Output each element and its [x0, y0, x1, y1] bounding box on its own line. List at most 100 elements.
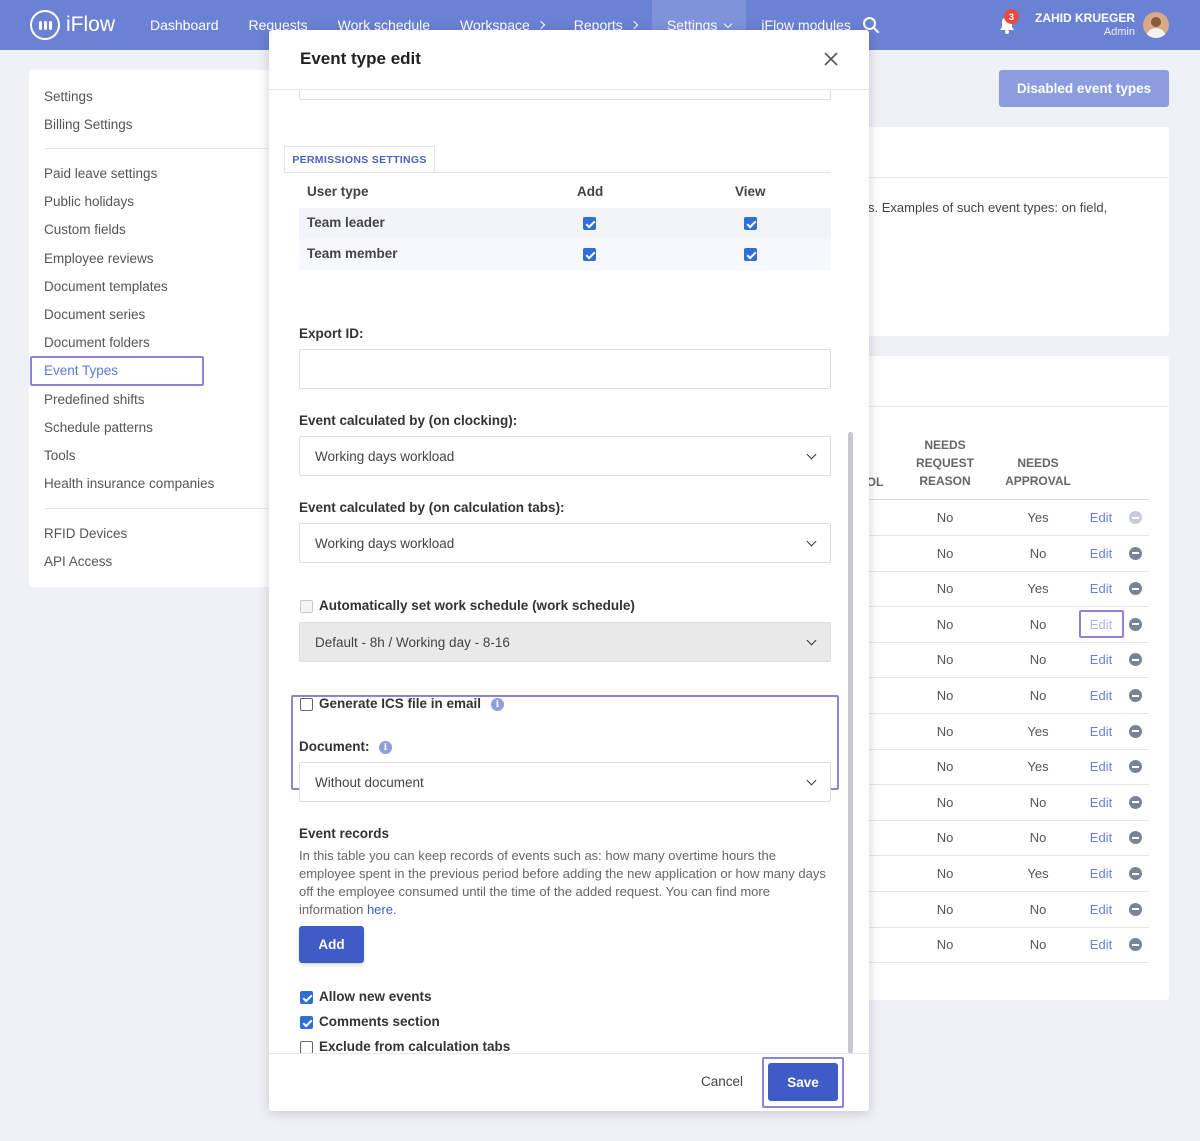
reason-cell: No [936, 866, 954, 881]
sidebar-item[interactable]: API Access [44, 554, 112, 569]
permission-row-team-leader: Team leader [299, 208, 831, 239]
team-leader-add-checkbox[interactable] [583, 217, 596, 230]
minus-circle-icon[interactable] [1128, 582, 1142, 596]
more-info-link[interactable]: here [367, 902, 393, 917]
export-id-input[interactable] [299, 349, 831, 389]
calc-tabs-select[interactable]: Working days workload [299, 523, 831, 563]
minus-circle-icon[interactable] [1128, 689, 1142, 702]
add-event-record-button[interactable]: Add [299, 926, 364, 963]
sidebar-item[interactable]: Billing Settings [44, 117, 133, 132]
sidebar-item[interactable]: Health insurance companies [44, 476, 214, 491]
team-member-add-checkbox[interactable] [583, 248, 596, 261]
minus-circle-icon[interactable] [1128, 653, 1142, 667]
calc-clocking-select[interactable]: Working days workload [299, 436, 831, 476]
sidebar-item[interactable]: Document templates [44, 279, 168, 294]
reason-cell: No [936, 759, 954, 775]
edit-link[interactable]: Edit [1083, 785, 1119, 820]
remove-cell [1127, 927, 1143, 962]
edit-link[interactable]: Edit [1083, 749, 1119, 784]
sidebar-item[interactable]: Settings [44, 89, 93, 104]
comments-section-checkbox[interactable] [300, 1016, 313, 1029]
card-divider [865, 406, 1169, 407]
edit-link[interactable]: Edit [1083, 892, 1119, 927]
table-row: No Yes Edit [868, 856, 1149, 892]
minus-circle-icon[interactable] [1128, 902, 1142, 916]
sidebar-item[interactable]: Event Types [44, 363, 118, 378]
approval-cell: Yes [1027, 866, 1049, 881]
reason-cell: No [936, 901, 954, 917]
nav-item[interactable]: Dashboard [135, 0, 234, 50]
minus-circle-icon[interactable] [1128, 724, 1142, 738]
reason-cell: No [936, 652, 954, 668]
document-value: Without document [315, 774, 424, 790]
exclude-calc-tabs-checkbox[interactable] [300, 1041, 313, 1053]
sidebar-item[interactable]: Public holidays [44, 194, 134, 209]
sidebar-item[interactable]: Tools [44, 448, 76, 463]
table-row: No Yes Edit [868, 571, 1149, 608]
chevron-right-icon [536, 20, 546, 30]
table-row: No Yes Edit [868, 500, 1149, 536]
save-button[interactable]: Save [768, 1063, 838, 1101]
sidebar-item[interactable]: Custom fields [44, 222, 126, 237]
info-icon[interactable]: i [379, 741, 392, 754]
close-icon[interactable] [822, 50, 840, 68]
auto-schedule-checkbox[interactable] [300, 600, 313, 613]
team-leader-view-checkbox[interactable] [744, 217, 757, 230]
sidebar-item[interactable]: Predefined shifts [44, 392, 145, 407]
document-select[interactable]: Without document [299, 762, 831, 802]
reason-cell: No [936, 688, 954, 703]
disabled-event-types-button[interactable]: Disabled event types [999, 70, 1169, 107]
chevron-down-icon [806, 449, 817, 459]
modal-scrollbar[interactable] [848, 432, 853, 1054]
edit-link[interactable]: Edit [1083, 927, 1119, 962]
logo[interactable]: iFlow [30, 10, 115, 40]
sidebar-item[interactable]: Employee reviews [44, 251, 154, 266]
user-name[interactable]: ZAHID KRUEGER [1020, 11, 1135, 25]
minus-circle-icon[interactable] [1128, 867, 1142, 880]
minus-circle-icon[interactable] [1128, 617, 1142, 631]
card-divider [865, 177, 1169, 178]
sidebar-item[interactable]: RFID Devices [44, 526, 127, 541]
edit-link[interactable]: Edit [1083, 571, 1119, 606]
col-view: View [735, 184, 766, 199]
sidebar-item[interactable]: Paid leave settings [44, 166, 157, 181]
remove-cell [1127, 714, 1143, 749]
edit-link[interactable]: Edit [1083, 714, 1119, 749]
sidebar-item[interactable]: Document series [44, 307, 145, 322]
sidebar-item[interactable]: Document folders [44, 335, 150, 350]
minus-circle-icon[interactable] [1128, 546, 1142, 560]
minus-circle-icon[interactable] [1128, 760, 1142, 774]
avatar[interactable] [1143, 12, 1169, 38]
sidebar-item[interactable]: Schedule patterns [44, 420, 153, 435]
remove-cell [1127, 571, 1143, 606]
auto-schedule-value: Default - 8h / Working day - 8-16 [315, 634, 510, 650]
minus-circle-icon[interactable] [1128, 831, 1142, 845]
calc-clocking-label: Event calculated by (on clocking): [299, 413, 518, 428]
edit-link[interactable]: Edit [1083, 820, 1119, 855]
cancel-button[interactable]: Cancel [701, 1074, 743, 1089]
auto-schedule-label: Automatically set work schedule (work sc… [319, 598, 635, 613]
allow-new-events-checkbox[interactable] [300, 991, 313, 1004]
edit-link[interactable]: Edit [1083, 536, 1119, 571]
minus-circle-icon[interactable] [1128, 795, 1142, 809]
modal-title: Event type edit [300, 49, 421, 68]
edit-link[interactable]: Edit [1083, 856, 1119, 891]
minus-circle-icon[interactable] [1128, 938, 1142, 952]
approval-cell: No [1029, 688, 1047, 703]
edit-link[interactable]: Edit [1083, 642, 1119, 677]
chevron-right-icon [629, 20, 639, 30]
approval-cell: No [1029, 652, 1047, 668]
edit-link[interactable]: Edit [1083, 500, 1119, 535]
team-member-view-checkbox[interactable] [744, 248, 757, 261]
reason-cell: No [936, 545, 954, 561]
tab-permissions-settings[interactable]: PERMISSIONS SETTINGS [284, 146, 435, 172]
event-records-description: In this table you can keep records of ev… [299, 847, 834, 919]
user-role: Admin [1103, 26, 1135, 38]
approval-cell: No [1029, 545, 1047, 561]
remove-cell [1127, 642, 1143, 677]
previous-field-input[interactable] [299, 90, 831, 100]
auto-schedule-select[interactable]: Default - 8h / Working day - 8-16 [299, 622, 831, 662]
minus-circle-icon[interactable] [1128, 511, 1142, 524]
remove-cell [1127, 856, 1143, 891]
edit-link[interactable]: Edit [1083, 678, 1119, 713]
